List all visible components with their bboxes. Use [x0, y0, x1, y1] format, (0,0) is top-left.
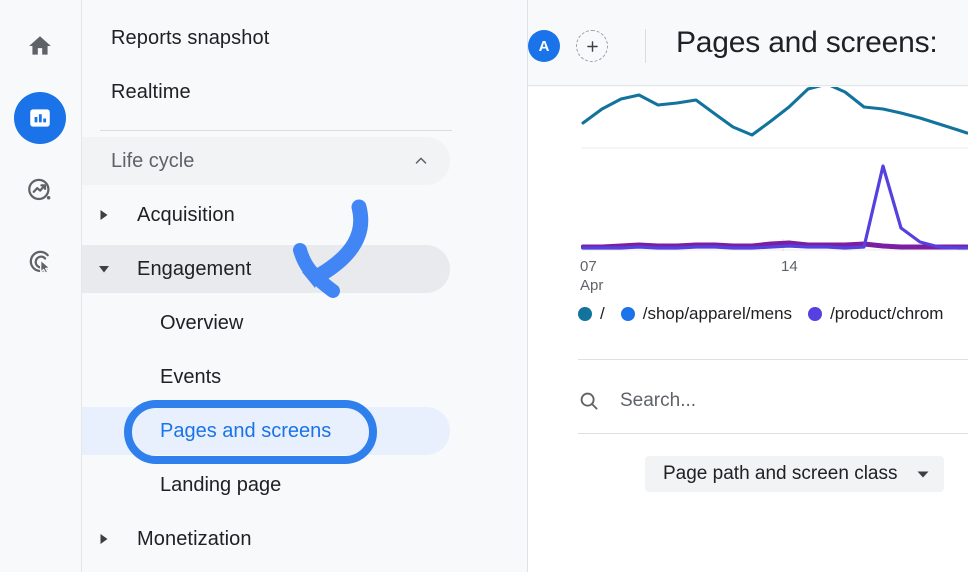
sidebar-divider	[100, 130, 452, 131]
sidebar-item-pages-and-screens[interactable]: Pages and screens	[82, 407, 450, 455]
header-divider	[645, 29, 646, 63]
search-row[interactable]: Search...	[578, 377, 968, 425]
divider	[578, 433, 968, 434]
sidebar-item-label: Landing page	[160, 473, 282, 496]
chevron-right-icon[interactable]	[98, 533, 110, 545]
axis-tick-label: 07 Apr	[580, 258, 604, 294]
sidebar-nav: Reports snapshot Realtime Life cycle Acq…	[82, 0, 528, 572]
divider	[578, 359, 968, 360]
legend-item[interactable]: /product/chrom	[808, 304, 943, 324]
legend-item[interactable]: /shop/apparel/mens	[620, 304, 793, 324]
sidebar-item-label: Acquisition	[137, 203, 235, 226]
legend-color-dot	[808, 307, 823, 321]
icon-rail	[0, 0, 82, 572]
legend-label: /	[600, 304, 605, 323]
add-comparison-button[interactable]	[576, 30, 608, 62]
sidebar-group-label: Life cycle	[111, 149, 195, 172]
legend-item[interactable]: /	[578, 304, 605, 324]
series-line-teal	[581, 87, 968, 137]
dimension-dropdown-label: Page path and screen class	[663, 463, 898, 484]
sidebar-item-engagement[interactable]: Engagement	[82, 245, 450, 293]
page-title: Pages and screens:	[676, 26, 938, 59]
legend-color-dot	[578, 307, 592, 321]
search-icon	[578, 390, 600, 412]
explore-icon[interactable]	[14, 164, 66, 216]
content-card: 07 Apr 14 / /shop/apparel/mens /product/…	[528, 87, 968, 572]
sidebar-item-overview[interactable]: Overview	[82, 299, 450, 347]
axis-tick-label: 14	[781, 258, 798, 275]
sidebar-item-acquisition[interactable]: Acquisition	[82, 191, 450, 239]
chevron-up-icon[interactable]	[412, 152, 430, 170]
sidebar-item-realtime[interactable]: Realtime	[82, 68, 450, 116]
legend-label: /shop/apparel/mens	[642, 304, 793, 323]
sidebar-item-label: Monetization	[137, 527, 252, 550]
sidebar-item-landing-page[interactable]: Landing page	[82, 461, 450, 509]
sidebar-item-label: Overview	[160, 311, 244, 334]
sidebar-item-events[interactable]: Events	[82, 353, 450, 401]
dimension-dropdown[interactable]: Page path and screen class	[645, 456, 944, 492]
plus-icon	[586, 40, 598, 52]
sidebar-item-reports-snapshot[interactable]: Reports snapshot	[82, 14, 450, 62]
chart-legend: / /shop/apparel/mens /product/chrom	[578, 304, 959, 324]
app-root: Reports snapshot Realtime Life cycle Acq…	[0, 0, 968, 572]
sidebar-item-label: Events	[160, 365, 222, 388]
legend-color-dot	[620, 307, 635, 321]
sidebar-item-label: Pages and screens	[160, 419, 332, 442]
home-icon[interactable]	[14, 20, 66, 72]
sidebar-item-monetization[interactable]: Monetization	[82, 515, 450, 563]
avatar[interactable]: A	[528, 30, 560, 62]
chevron-down-icon[interactable]	[98, 263, 110, 275]
search-input[interactable]: Search...	[620, 390, 696, 412]
series-line-indigo	[581, 164, 968, 250]
line-chart[interactable]: 07 Apr 14	[580, 87, 968, 294]
sidebar-item-label: Realtime	[111, 80, 191, 103]
reports-icon[interactable]	[14, 92, 66, 144]
sidebar-group-life-cycle[interactable]: Life cycle	[82, 137, 450, 185]
advertising-icon[interactable]	[14, 236, 66, 288]
sidebar-item-label: Engagement	[137, 257, 252, 280]
legend-label: /product/chrom	[830, 304, 944, 323]
chevron-right-icon[interactable]	[98, 209, 110, 221]
chart-svg	[581, 87, 968, 251]
chevron-down-icon	[916, 467, 930, 481]
sidebar-item-label: Reports snapshot	[111, 26, 270, 49]
